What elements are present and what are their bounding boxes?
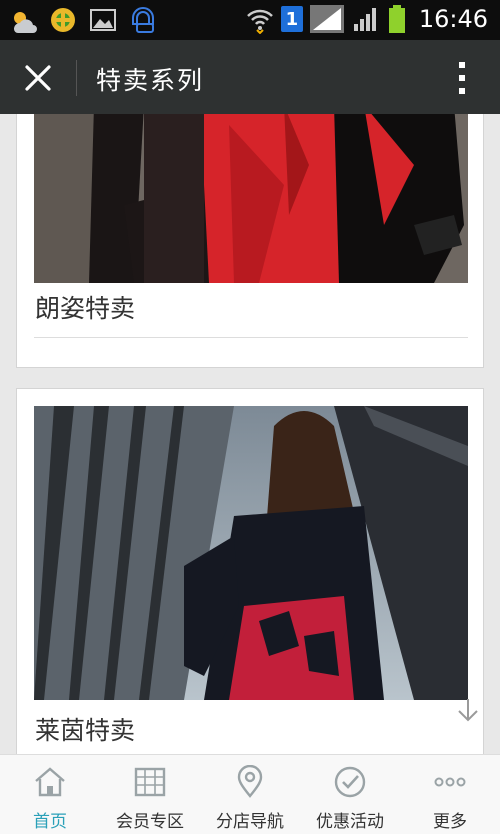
product-image — [34, 114, 468, 283]
status-time: 16:46 — [418, 5, 488, 33]
tab-label: 首页 — [33, 812, 67, 832]
app-icon — [48, 5, 78, 35]
notification-badge: 1 — [280, 6, 303, 32]
home-icon — [35, 767, 65, 797]
signal-strength-icon — [351, 4, 381, 34]
app-bar-divider — [76, 60, 77, 96]
more-vertical-icon — [459, 62, 465, 94]
tab-label: 优惠活动 — [316, 812, 384, 832]
app-bar: 特卖系列 — [0, 40, 500, 114]
image-icon — [88, 5, 118, 35]
card-title: 莱茵特卖 — [35, 716, 136, 745]
tab-label: 会员专区 — [116, 812, 184, 832]
more-dots-icon — [434, 777, 466, 787]
wifi-icon — [245, 4, 275, 34]
close-button[interactable] — [18, 58, 58, 98]
promo-card[interactable]: 朗姿特卖 — [16, 114, 484, 368]
tab-more[interactable]: 更多 — [400, 755, 500, 834]
battery-icon — [387, 4, 407, 34]
close-icon — [25, 65, 51, 91]
tab-label: 更多 — [433, 812, 467, 832]
tab-member[interactable]: 会员专区 — [100, 755, 200, 834]
tab-store-navigation[interactable]: 分店导航 — [200, 755, 300, 834]
more-options-button[interactable] — [450, 58, 474, 98]
content-list[interactable]: 朗姿特卖 莱茵特卖 — [0, 114, 500, 754]
check-icon — [334, 766, 366, 798]
status-bar: 1 16:46 — [0, 0, 500, 40]
weather-icon — [8, 5, 38, 35]
scroll-down-button[interactable] — [454, 696, 482, 724]
page-title: 特卖系列 — [96, 66, 205, 95]
member-icon — [134, 767, 166, 797]
tab-label: 分店导航 — [216, 812, 284, 832]
bottom-tab-bar: 首页 会员专区 分店导航 优惠活动 更多 — [0, 754, 500, 834]
card-divider — [34, 337, 468, 338]
location-icon — [237, 765, 263, 798]
signal-icon — [309, 4, 345, 34]
tab-promotions[interactable]: 优惠活动 — [300, 755, 400, 834]
card-title: 朗姿特卖 — [35, 294, 136, 323]
arrow-down-icon — [458, 699, 478, 722]
promo-card[interactable]: 莱茵特卖 — [16, 388, 484, 754]
tab-home[interactable]: 首页 — [0, 755, 100, 834]
product-image — [34, 406, 468, 700]
chat-icon — [128, 5, 158, 35]
